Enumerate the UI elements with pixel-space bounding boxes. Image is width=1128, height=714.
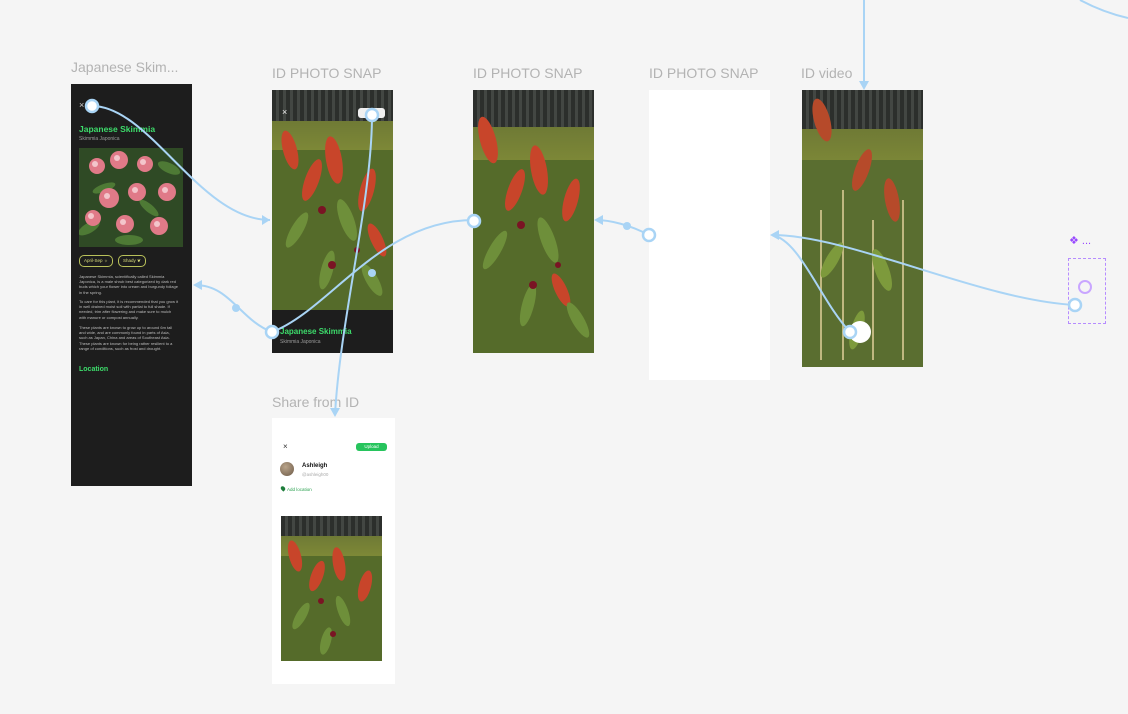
prototype-connections [84, 0, 1128, 417]
